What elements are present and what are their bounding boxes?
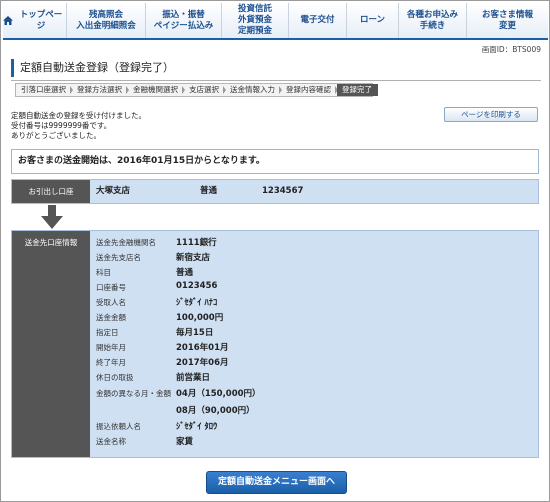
nav-applications-label2: 手続き (419, 20, 446, 31)
nav-investment-label1: 投資信託 (237, 4, 272, 14)
nav-e-delivery[interactable]: 電子交付 (289, 3, 347, 38)
global-nav: トップページ 残高照会 入出金明細照会 振込・振替 ペイジー払込み 投資信託 外貨預金… (3, 3, 548, 40)
dest-value-recipient: ｼﾞｾﾀﾞｲ ﾊﾅｺ (176, 298, 218, 308)
dest-value-day: 毎月15日 (176, 328, 214, 338)
dest-value-bank: 1111銀行 (176, 238, 217, 248)
auto-transfer-menu-button[interactable]: 定額自動送金メニュー画面へ (206, 471, 347, 494)
dest-label-day: 指定日 (96, 328, 119, 337)
start-date-notice: お客さまの送金開始は、2016年01月15日からとなります。 (11, 149, 539, 174)
nav-top-page-label: トップページ (19, 9, 63, 31)
withdrawal-account-label: お引出し口座 (12, 180, 90, 203)
dest-label-branch: 送金先支店名 (96, 253, 141, 262)
nav-balance-label1: 残高照会 (88, 9, 123, 20)
screen-id: 画面ID：BTS009 (481, 45, 541, 54)
print-page-button[interactable]: ページを印刷する (444, 107, 538, 122)
dest-label-amount: 送金金額 (96, 313, 126, 322)
nav-balance-label2: 入出金明細照会 (76, 20, 136, 31)
dest-value-account-number: 0123456 (176, 281, 218, 291)
message-line-2: 受付番号は9999999番です。 (11, 121, 112, 130)
dest-label-recipient: 受取人名 (96, 298, 126, 307)
dest-label-end: 終了年月 (96, 358, 126, 367)
step-5: 送金情報入力 (225, 84, 282, 96)
nav-customer-info-label1: お客さま情報 (481, 9, 533, 20)
step-3: 金融機関選択 (128, 84, 185, 96)
message-line-1: 定額自動送金の登録を受け付けました。 (11, 111, 146, 120)
nav-investment-label2: 外貨預金 (237, 15, 272, 25)
dest-value-different-month-2: 08月（90,000円） (176, 406, 255, 416)
nav-investment-label3: 定期預金 (237, 26, 272, 36)
nav-top-page[interactable]: トップページ (3, 3, 67, 38)
dest-value-account-type: 普通 (176, 268, 194, 278)
dest-label-start: 開始年月 (96, 343, 126, 352)
withdrawal-branch: 大塚支店 (96, 186, 131, 196)
dest-label-bank: 送金先金融機関名 (96, 238, 156, 247)
nav-e-delivery-label: 電子交付 (300, 15, 335, 25)
down-arrow-icon (41, 205, 63, 229)
nav-transfer-label1: 振込・振替 (162, 9, 205, 20)
nav-investment[interactable]: 投資信託 外貨預金 定期預金 (222, 3, 289, 38)
nav-applications[interactable]: 各種お申込み 手続き (399, 3, 467, 38)
step-1: 引落口座選択 (16, 84, 73, 96)
dest-value-different-month-1: 04月（150,000円） (176, 389, 261, 399)
title-divider (11, 80, 541, 81)
nav-customer-info[interactable]: お客さま情報 変更 (467, 3, 548, 38)
home-icon (3, 16, 13, 25)
dest-value-holiday: 前営業日 (176, 373, 211, 383)
dest-label-holiday: 休日の取扱 (96, 373, 134, 382)
nav-loan[interactable]: ローン (347, 3, 399, 38)
page-title: 定額自動送金登録（登録完了） (11, 59, 174, 77)
dest-label-account-type: 科目 (96, 268, 111, 277)
dest-value-end: 2017年06月 (176, 358, 229, 368)
step-2: 登録方法選択 (72, 84, 129, 96)
step-6: 登録内容確認 (281, 84, 338, 96)
dest-value-start: 2016年01月 (176, 343, 229, 353)
dest-value-branch: 新宿支店 (176, 253, 211, 263)
dest-value-requester: ｼﾞｾﾀﾞｲ ﾀﾛｳ (176, 422, 218, 432)
step-indicator: 引落口座選択 登録方法選択 金融機関選択 支店選択 送金情報入力 登録内容確認 … (15, 83, 378, 97)
withdrawal-number: 1234567 (262, 186, 304, 196)
nav-balance[interactable]: 残高照会 入出金明細照会 (67, 3, 146, 38)
nav-applications-label1: 各種お申込み (406, 9, 458, 20)
page-frame: トップページ 残高照会 入出金明細照会 振込・振替 ペイジー払込み 投資信託 外貨預金… (0, 0, 550, 502)
step-4: 支店選択 (184, 84, 226, 96)
dest-label-transfer-name: 送金名称 (96, 437, 126, 446)
dest-value-amount: 100,000円 (176, 313, 224, 323)
dest-label-requester: 振込依頼人名 (96, 422, 141, 431)
withdrawal-account-row: お引出し口座 大塚支店 普通 1234567 (11, 179, 539, 204)
nav-loan-label: ローン (359, 15, 386, 25)
completion-message: 定額自動送金の登録を受け付けました。 受付番号は9999999番です。 ありがと… (11, 111, 146, 141)
destination-account-label: 送金先口座情報 (12, 231, 90, 457)
dest-label-account-number: 口座番号 (96, 283, 126, 292)
dest-value-transfer-name: 家賃 (176, 437, 194, 447)
nav-customer-info-label2: 変更 (498, 20, 516, 31)
dest-label-different-months: 金額の異なる月・金額 (96, 389, 171, 398)
destination-account-block: 送金先口座情報 送金先金融機関名 1111銀行 送金先支店名 新宿支店 科目 普… (11, 230, 539, 458)
step-7-current: 登録完了 (337, 84, 378, 96)
message-line-3: ありがとうございました。 (11, 131, 101, 140)
withdrawal-type: 普通 (200, 186, 218, 196)
nav-transfer[interactable]: 振込・振替 ペイジー払込み (146, 3, 222, 38)
nav-transfer-label2: ペイジー払込み (153, 20, 214, 31)
